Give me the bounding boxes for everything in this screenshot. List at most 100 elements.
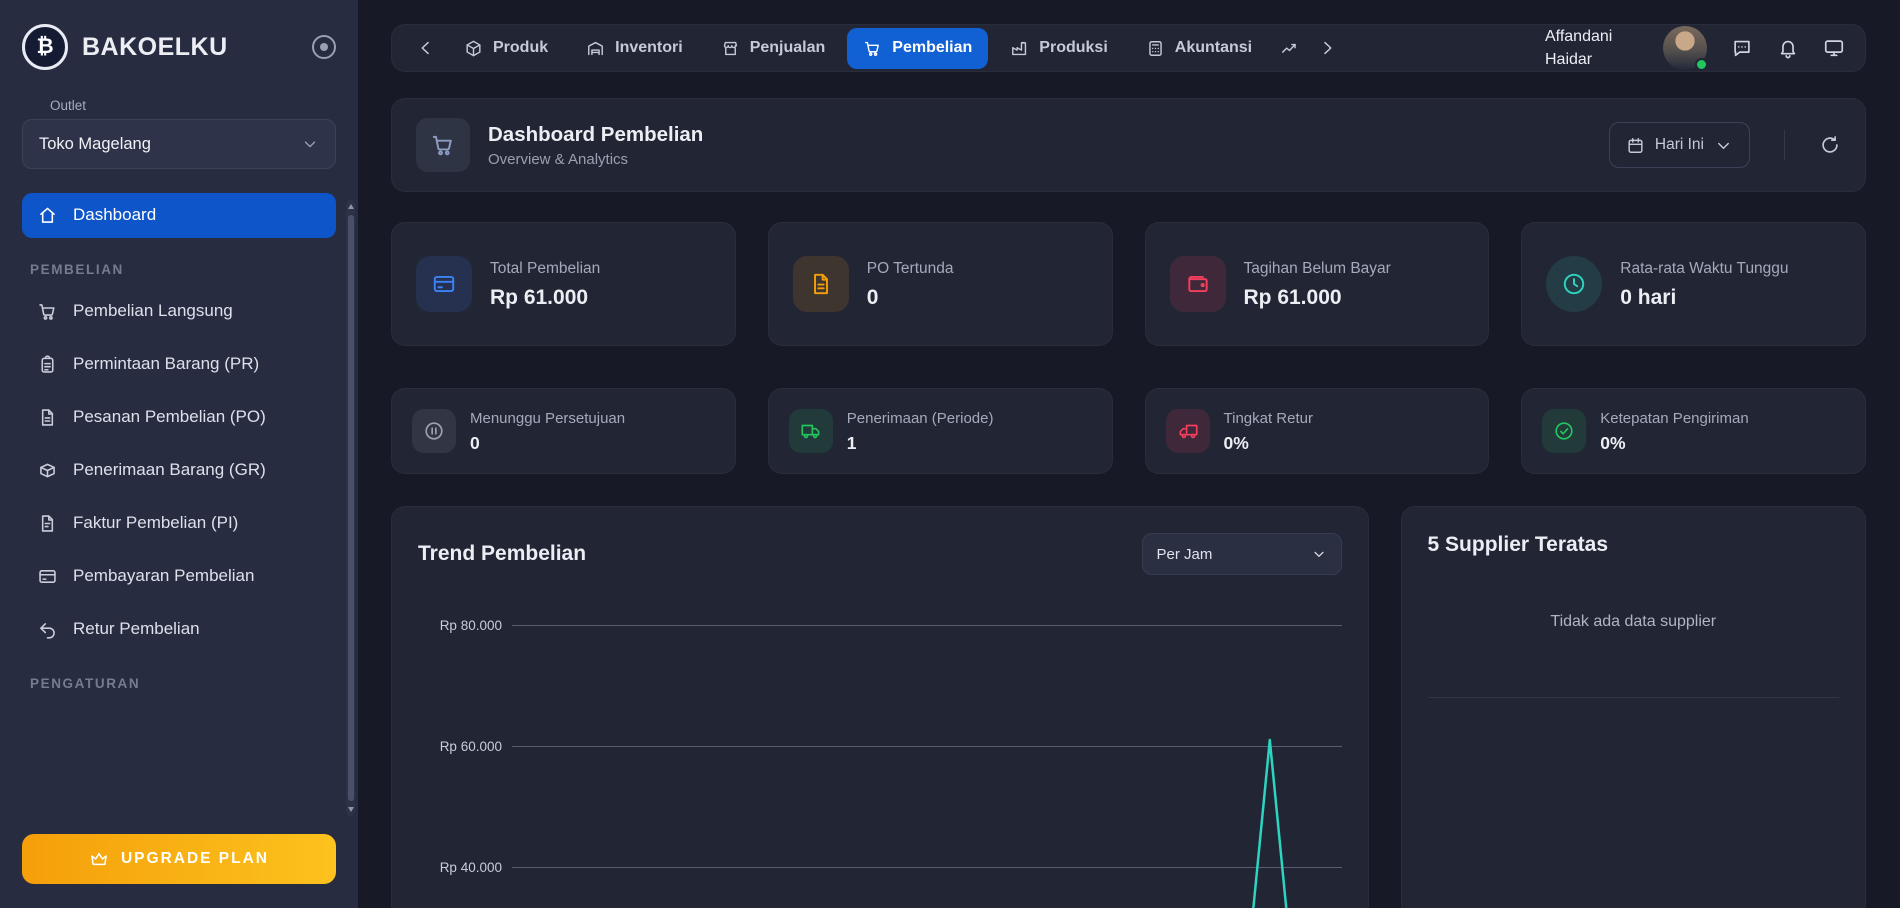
outlet-select[interactable]: Toko Magelang [22, 119, 336, 169]
scrollbar-thumb[interactable] [348, 215, 354, 801]
file-text-icon [793, 256, 849, 312]
sidebar-item-permintaan-barang[interactable]: Permintaan Barang (PR) [22, 342, 336, 387]
user-name: Affandani Haidar [1545, 25, 1639, 71]
tab-more-partial[interactable] [1274, 28, 1305, 69]
stat-label: PO Tertunda [867, 259, 954, 280]
stat-card-rata-rata-waktu-tunggu: Rata-rata Waktu Tunggu 0 hari [1521, 222, 1866, 346]
stat-value: 0% [1600, 433, 1748, 454]
chevron-down-icon [1714, 136, 1733, 155]
divider [1428, 697, 1839, 698]
stat-card-tingkat-retur: Tingkat Retur 0% [1145, 388, 1490, 474]
tab-label: Inventori [615, 39, 683, 57]
truck-icon [789, 409, 833, 453]
wallet-icon [1170, 256, 1226, 312]
refresh-button[interactable] [1819, 134, 1841, 156]
sidebar-item-label: Dashboard [73, 204, 156, 227]
box-receive-icon [37, 460, 58, 481]
sidebar-item-label: Retur Pembelian [73, 618, 200, 641]
sidebar-nav: Dashboard PEMBELIAN Pembelian Langsung P… [22, 193, 336, 834]
outlet-value: Toko Magelang [39, 135, 293, 154]
topbar-right: Affandani Haidar [1545, 25, 1845, 71]
cart-icon [863, 39, 882, 58]
bell-icon [1777, 37, 1799, 59]
tab-pembelian[interactable]: Pembelian [847, 28, 988, 69]
sidebar-item-label: Pembayaran Pembelian [73, 565, 254, 588]
brand-logo-icon: ₿ [22, 24, 68, 70]
stat-card-ketepatan-pengiriman: Ketepatan Pengiriman 0% [1521, 388, 1866, 474]
return-arrow-icon [37, 619, 58, 640]
clock-icon [1546, 256, 1602, 312]
stat-label: Ketepatan Pengiriman [1600, 409, 1748, 429]
sidebar-item-dashboard[interactable]: Dashboard [22, 193, 336, 238]
sidebar-scrollbar[interactable] [346, 200, 355, 816]
sidebar-item-label: Faktur Pembelian (PI) [73, 512, 238, 535]
tab-produksi[interactable]: Produksi [994, 28, 1123, 69]
brand-name: BAKOELKU [82, 33, 298, 62]
stat-card-tagihan-belum-bayar: Tagihan Belum Bayar Rp 61.000 [1145, 222, 1490, 346]
page-subtitle: Overview & Analytics [488, 151, 1591, 168]
warehouse-icon [586, 39, 605, 58]
sidebar-item-retur-pembelian[interactable]: Retur Pembelian [22, 607, 336, 652]
stat-value: 1 [847, 433, 994, 454]
sidebar-item-faktur-pembelian[interactable]: Faktur Pembelian (PI) [22, 501, 336, 546]
stats-row-secondary: Menunggu Persetujuan 0 Penerimaan (Perio… [391, 388, 1866, 474]
document-icon [37, 407, 58, 428]
stat-value: 0 hari [1620, 286, 1788, 310]
bottom-row: Trend Pembelian Per Jam Rp 80.000 Rp 60.… [391, 506, 1866, 908]
tab-inventori[interactable]: Inventori [570, 28, 699, 69]
credit-card-icon [416, 256, 472, 312]
sidebar-item-pesanan-pembelian[interactable]: Pesanan Pembelian (PO) [22, 395, 336, 440]
user-avatar[interactable] [1663, 26, 1707, 70]
tab-akuntansi[interactable]: Akuntansi [1130, 28, 1268, 69]
cart-icon [430, 132, 456, 158]
logo-row: ₿ BAKOELKU [22, 24, 336, 70]
sidebar-item-label: Pembelian Langsung [73, 300, 233, 323]
factory-icon [1010, 39, 1029, 58]
upgrade-plan-button[interactable]: UPGRADE PLAN [22, 834, 336, 884]
main-content: Produk Inventori Penjualan Pembelian Pro… [358, 0, 1900, 908]
sidebar-item-penerimaan-barang[interactable]: Penerimaan Barang (GR) [22, 448, 336, 493]
calculator-icon [1146, 39, 1165, 58]
interval-dropdown[interactable]: Per Jam [1142, 533, 1342, 575]
page-header: Dashboard Pembelian Overview & Analytics… [391, 98, 1866, 192]
notifications-button[interactable] [1777, 37, 1799, 59]
stat-card-total-pembelian: Total Pembelian Rp 61.000 [391, 222, 736, 346]
sidebar-item-pembayaran-pembelian[interactable]: Pembayaran Pembelian [22, 554, 336, 599]
chat-icon [1731, 37, 1753, 59]
sidebar-collapse-button[interactable] [312, 35, 336, 59]
tabs-scroll-left-button[interactable] [412, 34, 440, 62]
home-icon [37, 205, 58, 226]
tab-label: Akuntansi [1175, 39, 1252, 57]
stat-label: Tingkat Retur [1224, 409, 1313, 429]
tab-produk[interactable]: Produk [448, 28, 564, 69]
sidebar: ₿ BAKOELKU Outlet Toko Magelang Dashboar… [0, 0, 358, 908]
stat-value: Rp 61.000 [490, 286, 600, 310]
trend-pembelian-panel: Trend Pembelian Per Jam Rp 80.000 Rp 60.… [391, 506, 1369, 908]
stats-row-primary: Total Pembelian Rp 61.000 PO Tertunda 0 … [391, 222, 1866, 346]
tabs-scroll-right-button[interactable] [1313, 34, 1341, 62]
top-navigation-bar: Produk Inventori Penjualan Pembelian Pro… [391, 24, 1866, 72]
date-filter-dropdown[interactable]: Hari Ini [1609, 122, 1750, 168]
sidebar-item-label: Permintaan Barang (PR) [73, 353, 259, 376]
scroll-down-arrow-icon[interactable] [348, 807, 354, 812]
calendar-icon [1626, 136, 1645, 155]
tab-label: Produk [493, 39, 548, 57]
display-mode-button[interactable] [1823, 37, 1845, 59]
sidebar-item-label: Penerimaan Barang (GR) [73, 459, 266, 482]
trend-chart-icon [1280, 39, 1299, 58]
tab-penjualan[interactable]: Penjualan [705, 28, 842, 69]
stat-card-po-tertunda: PO Tertunda 0 [768, 222, 1113, 346]
tab-label: Produksi [1039, 39, 1107, 57]
sidebar-item-pembelian-langsung[interactable]: Pembelian Langsung [22, 289, 336, 334]
sidebar-item-label: Pesanan Pembelian (PO) [73, 406, 266, 429]
stat-label: Rata-rata Waktu Tunggu [1620, 259, 1788, 280]
scroll-up-arrow-icon[interactable] [348, 204, 354, 209]
monitor-icon [1823, 37, 1845, 59]
crown-icon [89, 849, 109, 869]
messages-button[interactable] [1731, 37, 1753, 59]
stat-label: Penerimaan (Periode) [847, 409, 994, 429]
stat-label: Menunggu Persetujuan [470, 409, 625, 429]
invoice-icon [37, 513, 58, 534]
stat-label: Total Pembelian [490, 259, 600, 280]
module-tabs: Produk Inventori Penjualan Pembelian Pro… [448, 28, 1305, 69]
